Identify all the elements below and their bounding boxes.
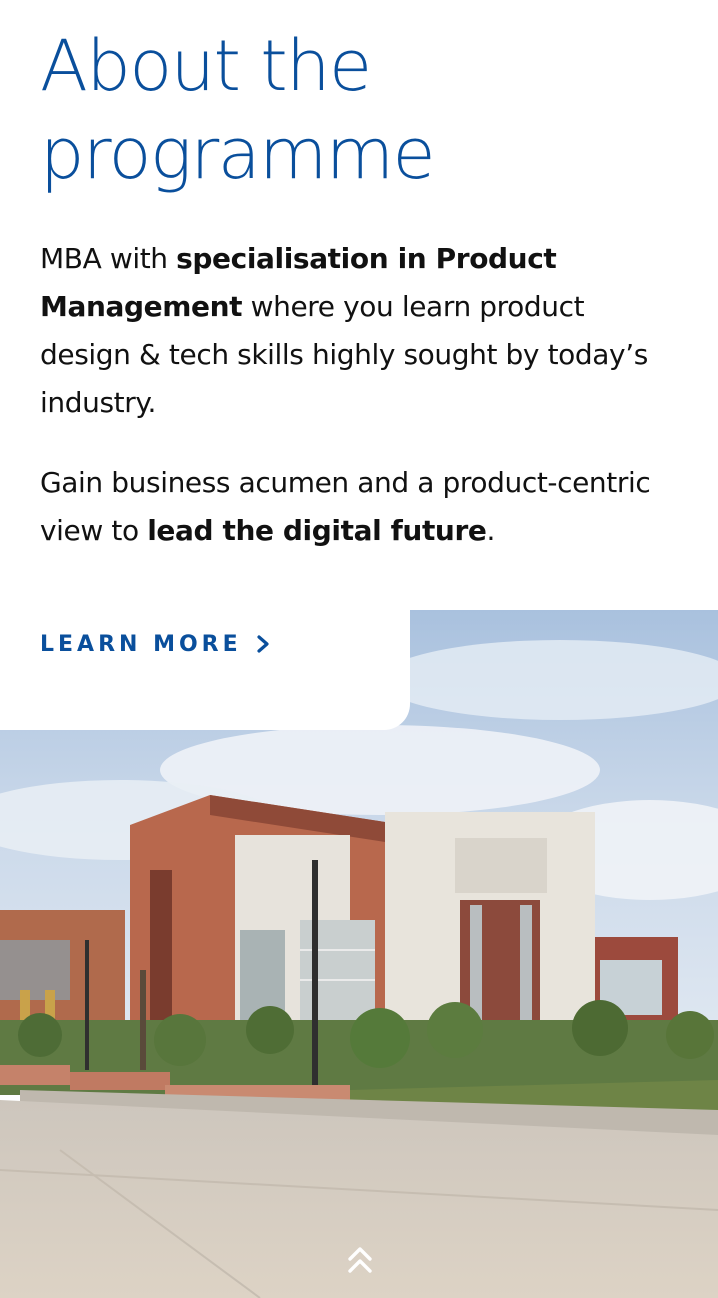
learn-more-container: [0, 600, 410, 730]
chevron-right-icon: [257, 635, 269, 653]
scroll-to-top-button[interactable]: [343, 1240, 377, 1280]
value-highlight: lead the digital future: [147, 514, 487, 547]
description-text: MBA with: [40, 242, 177, 275]
learn-more-link[interactable]: LEARN MORE: [40, 628, 270, 660]
section-title: About the programme: [40, 22, 680, 198]
double-chevron-up-icon: [348, 1247, 372, 1273]
section-title-line-2: programme: [40, 113, 436, 195]
learn-more-label: LEARN MORE: [40, 631, 242, 657]
programme-value-proposition: Gain business acumen and a product-centr…: [40, 459, 680, 555]
programme-description: MBA with specialisation in Product Manag…: [40, 235, 680, 427]
value-text-end: .: [486, 514, 495, 547]
section-title-line-1: About the: [40, 25, 372, 107]
